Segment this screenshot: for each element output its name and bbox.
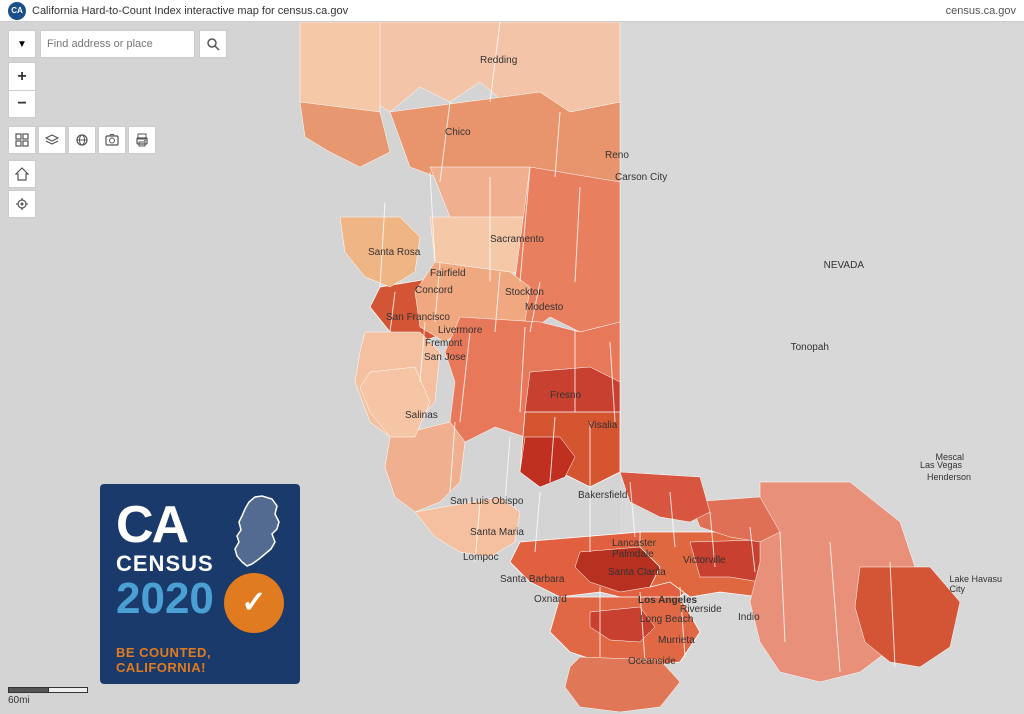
print-button[interactable]	[128, 126, 156, 154]
scale-label: 60mi	[8, 695, 30, 706]
header: CA California Hard-to-Count Index intera…	[0, 0, 1024, 22]
page-title: California Hard-to-Count Index interacti…	[32, 5, 946, 17]
zoom-controls: + −	[8, 62, 36, 118]
logo-text: CA	[11, 6, 23, 15]
logo-top: CA CENSUS 2020 ✓	[116, 494, 284, 633]
grid-button[interactable]	[8, 126, 36, 154]
search-icon	[206, 37, 220, 51]
search-row: ▼	[8, 30, 227, 58]
search-button[interactable]	[199, 30, 227, 58]
year-text: 2020	[116, 577, 214, 621]
layers-button[interactable]	[38, 126, 66, 154]
zoom-in-button[interactable]: +	[8, 62, 36, 90]
scale-line: 60mi	[8, 687, 88, 706]
map-container[interactable]: Redding Chico Reno Carson City Santa Ros…	[0, 22, 1024, 714]
grid-icon	[15, 133, 29, 147]
home-icon	[15, 167, 29, 181]
toolbar: ▼ + −	[8, 30, 227, 218]
camera-icon	[105, 133, 119, 147]
icon-toolbar	[8, 126, 227, 154]
locate-button[interactable]	[8, 190, 36, 218]
print-icon	[135, 133, 149, 147]
tagline: BE COUNTED, CALIFORNIA!	[116, 645, 284, 675]
census-logo: CA CENSUS 2020 ✓ BE COUNTED, CALIFORNIA!	[100, 484, 300, 684]
nav-buttons	[8, 160, 227, 218]
search-input[interactable]	[40, 30, 195, 58]
dropdown-button[interactable]: ▼	[8, 30, 36, 58]
layers-icon	[45, 133, 59, 147]
locate-icon	[15, 197, 29, 211]
scale-bar: 60mi	[8, 687, 88, 706]
zoom-out-button[interactable]: −	[8, 90, 36, 118]
home-button[interactable]	[8, 160, 36, 188]
checkmark: ✓	[224, 573, 284, 633]
ca-text: CA	[116, 499, 187, 551]
camera-button[interactable]	[98, 126, 126, 154]
census-url: census.ca.gov	[946, 5, 1016, 17]
ca-state-silhouette	[227, 494, 282, 569]
logo: CA	[8, 2, 26, 20]
globe-icon	[75, 133, 89, 147]
scale-graphic	[8, 687, 88, 693]
globe-button[interactable]	[68, 126, 96, 154]
